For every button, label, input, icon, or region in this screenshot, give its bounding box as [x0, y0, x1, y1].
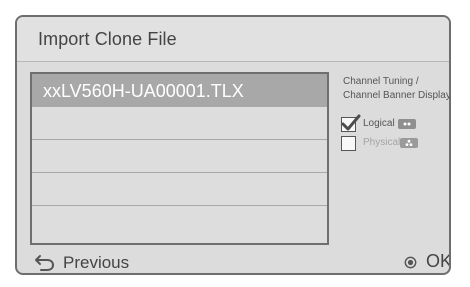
previous-label: Previous	[63, 253, 130, 272]
ok-circle-icon	[404, 256, 417, 269]
previous-button[interactable]: Previous	[33, 249, 153, 273]
file-list-item[interactable]	[32, 140, 327, 173]
channel-display-options: Channel Tuning / Channel Banner Display …	[341, 74, 449, 162]
file-list-item[interactable]	[32, 173, 327, 206]
return-arrow-icon	[35, 255, 55, 271]
checkmark-icon	[341, 114, 361, 131]
logical-label: Logical	[363, 118, 395, 129]
clone-file-list[interactable]: xxLV560H-UA00001.TLX	[30, 72, 329, 245]
file-list-item[interactable]	[32, 107, 327, 140]
ok-button[interactable]: OK	[387, 249, 451, 273]
screen: Import Clone File xxLV560H-UA00001.TLX C…	[0, 0, 470, 287]
options-heading-line-1: Channel Tuning /	[343, 76, 419, 87]
options-heading-line-2: Channel Banner Display	[343, 90, 451, 101]
import-clone-dialog: Import Clone File xxLV560H-UA00001.TLX C…	[15, 15, 451, 275]
logical-checkbox[interactable]	[341, 114, 361, 132]
ok-label: OK	[426, 251, 451, 271]
dialog-footer: Previous OK	[17, 249, 449, 273]
file-list-item[interactable]	[32, 206, 327, 239]
physical-checkbox[interactable]	[341, 136, 356, 151]
file-list-item[interactable]: xxLV560H-UA00001.TLX	[32, 74, 327, 107]
file-name: xxLV560H-UA00001.TLX	[43, 81, 244, 101]
two-dot-icon	[398, 119, 416, 129]
logical-option[interactable]: Logical	[341, 114, 449, 132]
physical-option[interactable]: Physical	[341, 134, 449, 151]
dialog-title-bar: Import Clone File	[17, 17, 449, 62]
three-dot-icon	[400, 138, 418, 148]
physical-label: Physical	[363, 137, 401, 148]
dialog-title: Import Clone File	[38, 29, 177, 49]
